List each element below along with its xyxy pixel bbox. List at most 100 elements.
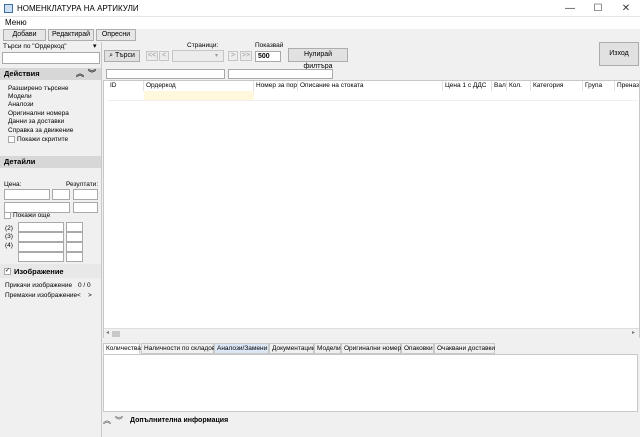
menu-bar: Меню	[0, 17, 640, 29]
chevron-down-icon[interactable]: ▾	[93, 42, 97, 50]
collapse-up-icon[interactable]: ︽	[76, 68, 84, 80]
detail-row-input[interactable]	[66, 232, 83, 242]
table-cell[interactable]	[144, 91, 254, 100]
remove-image-label[interactable]: Премахни изображение	[5, 292, 77, 299]
edit-button[interactable]: Редактирай	[48, 29, 94, 41]
page-select[interactable]: ▾	[172, 50, 224, 62]
expand-up-icon[interactable]: ︽	[103, 415, 111, 426]
detail-row-input[interactable]	[66, 252, 83, 262]
column-header-group[interactable]: Група	[583, 81, 615, 91]
footer-bar: ︽ ︾ Допълнителна информация	[103, 415, 640, 427]
results-label: Резултати:	[66, 181, 99, 188]
collapse-down-icon[interactable]: ︾	[88, 68, 96, 80]
search-button[interactable]: ⌕ Търси	[104, 50, 140, 62]
tab-content-panel	[103, 354, 638, 412]
tab-packaging[interactable]: Опаковки	[401, 343, 434, 354]
column-header-extra[interactable]: Преназ	[615, 81, 640, 91]
price-to-input[interactable]	[52, 189, 70, 200]
title-bar: НОМЕНКЛАТУРА НА АРТИКУЛИ — ☐ ✕	[0, 0, 640, 17]
expand-down-icon[interactable]: ︾	[115, 415, 123, 426]
attach-image-label[interactable]: Прикачи изображение	[5, 282, 72, 289]
row-label-4: (4)	[5, 242, 13, 249]
show-hidden-checkbox[interactable]	[8, 136, 15, 143]
filter-input-2[interactable]	[228, 69, 333, 79]
show-hidden-label: Покажи скритите	[17, 136, 69, 143]
detail-row-input[interactable]	[18, 222, 64, 232]
action-analogs[interactable]: Аналози	[8, 101, 34, 108]
results-input[interactable]	[73, 189, 98, 200]
tab-documentation[interactable]: Документации	[269, 343, 315, 354]
scroll-right-icon[interactable]: ▸	[632, 329, 635, 336]
tab-warehouse-stock[interactable]: Наличности по складове	[141, 343, 219, 354]
image-checkbox[interactable]: ✓	[4, 268, 11, 275]
price-label: Цена:	[4, 181, 22, 188]
image-header: ✓ Изображение	[0, 264, 101, 278]
actions-header: Действия ︽ ︾	[0, 68, 101, 80]
detail-field-2[interactable]	[73, 202, 98, 213]
reset-filter-button[interactable]: Нулирай филтъра	[288, 48, 348, 70]
detail-row-input[interactable]	[66, 222, 83, 232]
tab-original-numbers[interactable]: Оригинални номера	[341, 343, 405, 354]
action-delivery-data[interactable]: Данни за доставки	[8, 118, 64, 125]
show-label: Показвай	[255, 42, 284, 49]
price-from-input[interactable]	[4, 189, 50, 200]
show-more-label: Покажи още	[13, 212, 51, 219]
image-next-button[interactable]: >	[88, 292, 92, 299]
image-count: 0 / 0	[78, 282, 91, 289]
action-advanced-search[interactable]: Разширено търсене	[8, 85, 68, 92]
scrollbar-thumb[interactable]	[112, 331, 120, 337]
close-button[interactable]: ✕	[612, 0, 640, 17]
tab-analogs[interactable]: Аналози/Замени	[214, 343, 269, 354]
first-page-button[interactable]: <<	[146, 51, 158, 61]
detail-row-input[interactable]	[18, 232, 64, 242]
tab-quantities[interactable]: Количества	[103, 343, 141, 354]
show-count-input[interactable]: 500	[255, 51, 281, 62]
show-more-checkbox[interactable]	[4, 212, 11, 219]
app-icon	[4, 4, 13, 13]
column-header-description[interactable]: Описание на стоката	[298, 81, 443, 91]
column-header-order-number[interactable]: Номер за поръч	[254, 81, 298, 91]
tab-expected-deliveries[interactable]: Очаквани доставки	[434, 343, 495, 354]
row-label-2: (2)	[5, 225, 13, 232]
chevron-down-icon: ▾	[215, 53, 219, 59]
next-page-button[interactable]: >	[228, 51, 238, 61]
scroll-left-icon[interactable]: ◂	[106, 329, 109, 336]
sidebar: Търси по "Ордеркод" ▾ Действия ︽ ︾ Разши…	[0, 42, 102, 437]
column-header-price[interactable]: Цена 1 с ДДС	[443, 81, 492, 91]
action-movement-report[interactable]: Справка за движение	[8, 127, 73, 134]
actions-title: Действия	[4, 69, 40, 78]
exit-button[interactable]: Изход	[599, 42, 639, 66]
prev-page-button[interactable]: <	[159, 51, 169, 61]
column-header-quantity[interactable]: Кол.	[507, 81, 531, 91]
details-header: Детайли	[0, 156, 101, 168]
detail-row-input[interactable]	[18, 242, 64, 252]
window-title: НОМЕНКЛАТУРА НА АРТИКУЛИ	[17, 4, 139, 13]
refresh-button[interactable]: Опресни	[96, 29, 136, 41]
column-header-category[interactable]: Категория	[531, 81, 583, 91]
detail-row-input[interactable]	[66, 242, 83, 252]
horizontal-scrollbar[interactable]: ◂ ▸	[104, 328, 639, 338]
minimize-button[interactable]: —	[556, 0, 584, 17]
tab-models[interactable]: Модели	[314, 343, 341, 354]
maximize-button[interactable]: ☐	[584, 0, 612, 17]
table-row[interactable]	[108, 91, 638, 101]
articles-grid[interactable]: ID Ордеркод Номер за поръч Описание на с…	[103, 80, 640, 338]
details-title: Детайли	[4, 157, 36, 166]
column-header-id[interactable]: ID	[108, 81, 144, 91]
filter-input-1[interactable]	[106, 69, 225, 79]
action-models[interactable]: Модели	[8, 93, 32, 100]
menu-item[interactable]: Меню	[5, 18, 27, 27]
search-label: Търси по "Ордеркод"	[3, 43, 67, 50]
image-title: Изображение	[14, 267, 64, 276]
column-header-currency[interactable]: Вал.	[492, 81, 507, 91]
search-input[interactable]	[2, 52, 100, 64]
additional-info-label: Допълнителна информация	[130, 417, 229, 424]
action-original-numbers[interactable]: Оригинални номера	[8, 110, 69, 117]
add-button[interactable]: Добави	[3, 29, 46, 41]
last-page-button[interactable]: >>	[240, 51, 252, 61]
search-icon: ⌕	[109, 52, 113, 59]
column-header-ordercode[interactable]: Ордеркод	[144, 81, 254, 91]
image-prev-button[interactable]: <	[77, 292, 81, 299]
detail-row-input[interactable]	[18, 252, 64, 262]
row-label-3: (3)	[5, 233, 13, 240]
